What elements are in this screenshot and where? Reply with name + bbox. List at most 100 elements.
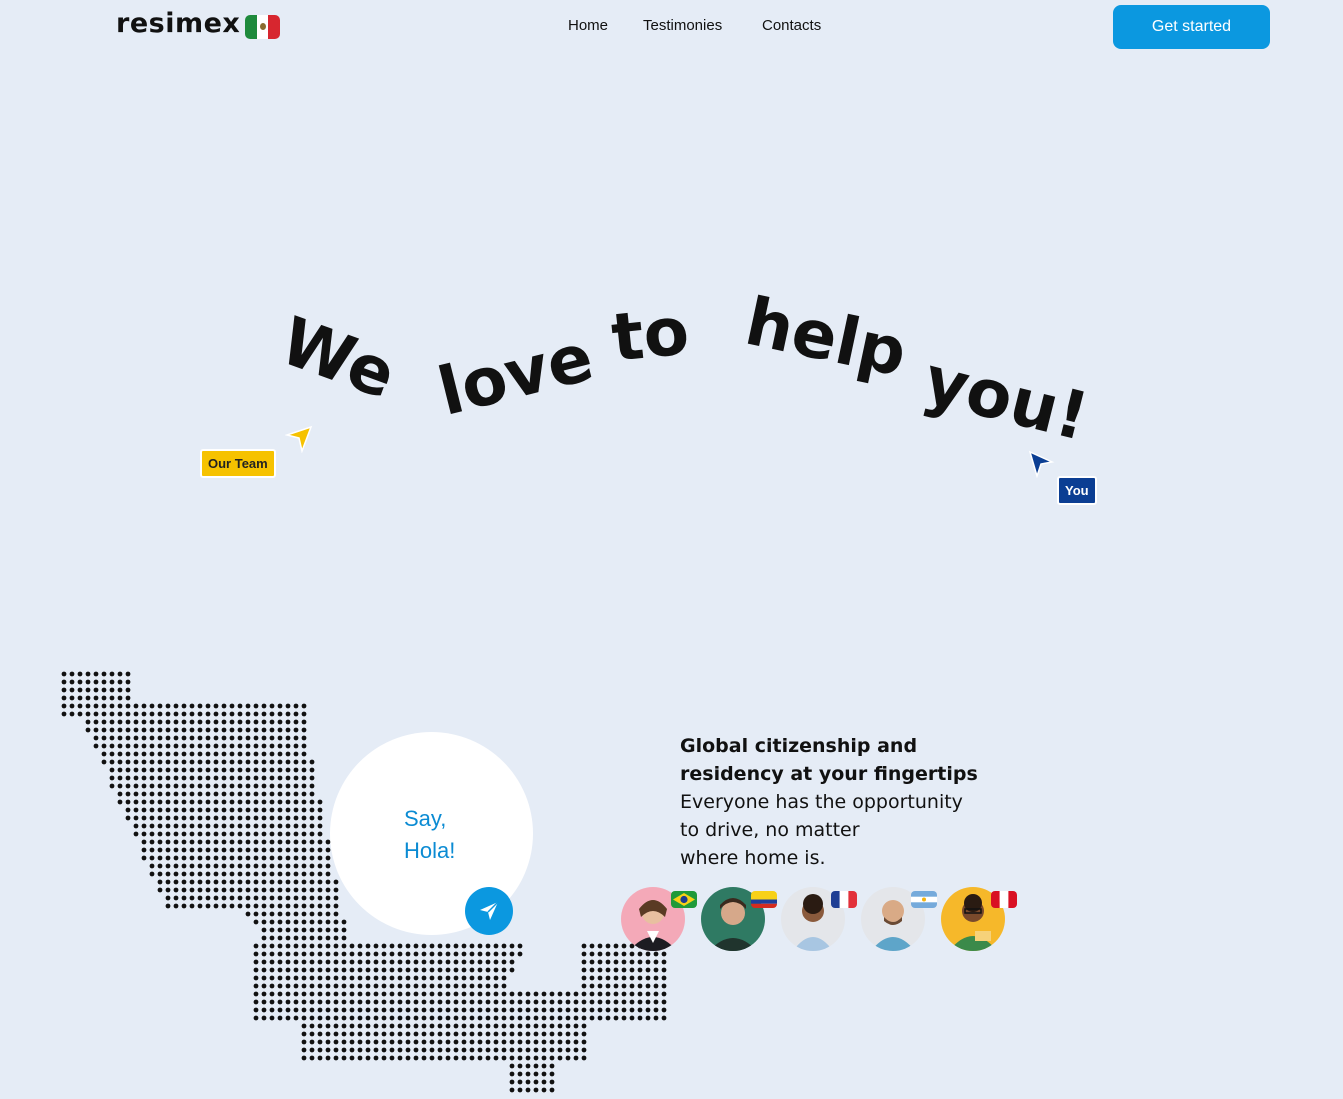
- map-dot: [181, 855, 187, 861]
- map-dot: [93, 735, 99, 741]
- map-dot: [445, 983, 451, 989]
- map-dot: [237, 895, 243, 901]
- map-dot: [445, 1007, 451, 1013]
- map-dot: [245, 767, 251, 773]
- map-dot: [357, 1039, 363, 1045]
- map-dot: [269, 735, 275, 741]
- map-dot: [629, 1007, 635, 1013]
- map-dot: [581, 1023, 587, 1029]
- nav-contacts[interactable]: Contacts: [762, 17, 821, 34]
- map-dot: [557, 999, 563, 1005]
- nav-testimonies[interactable]: Testimonies: [643, 17, 722, 34]
- map-dot: [213, 815, 219, 821]
- map-dot: [189, 743, 195, 749]
- map-dot: [477, 975, 483, 981]
- map-dot: [125, 679, 131, 685]
- map-dot: [205, 799, 211, 805]
- map-dot: [269, 831, 275, 837]
- map-dot: [445, 1023, 451, 1029]
- map-dot: [341, 919, 347, 925]
- map-dot: [453, 1047, 459, 1053]
- send-message-button[interactable]: [465, 887, 513, 935]
- map-dot: [389, 967, 395, 973]
- map-dot: [221, 767, 227, 773]
- map-dot: [117, 743, 123, 749]
- map-dot: [493, 1039, 499, 1045]
- team-cursor-icon: [285, 425, 313, 453]
- map-dot: [261, 823, 267, 829]
- map-dot: [381, 951, 387, 957]
- map-dot: [413, 943, 419, 949]
- map-dot: [373, 951, 379, 957]
- map-dot: [469, 959, 475, 965]
- map-dot: [389, 1015, 395, 1021]
- map-dot: [149, 791, 155, 797]
- map-dot: [357, 975, 363, 981]
- map-dot: [229, 823, 235, 829]
- map-dot: [181, 823, 187, 829]
- map-dot: [301, 895, 307, 901]
- map-dot: [277, 847, 283, 853]
- map-dot: [157, 783, 163, 789]
- map-dot: [117, 719, 123, 725]
- map-dot: [301, 1039, 307, 1045]
- map-dot: [517, 1087, 523, 1093]
- map-dot: [381, 1007, 387, 1013]
- map-dot: [373, 943, 379, 949]
- map-dot: [269, 711, 275, 717]
- map-dot: [237, 903, 243, 909]
- map-dot: [477, 999, 483, 1005]
- map-dot: [205, 783, 211, 789]
- map-dot: [613, 999, 619, 1005]
- map-dot: [621, 959, 627, 965]
- map-dot: [325, 927, 331, 933]
- map-dot: [149, 727, 155, 733]
- map-dot: [357, 1015, 363, 1021]
- map-dot: [269, 855, 275, 861]
- map-dot: [317, 1031, 323, 1037]
- map-dot: [301, 1031, 307, 1037]
- map-dot: [317, 871, 323, 877]
- map-dot: [221, 823, 227, 829]
- logo[interactable]: resimex: [116, 8, 240, 39]
- map-dot: [397, 983, 403, 989]
- map-dot: [421, 1015, 427, 1021]
- map-dot: [245, 831, 251, 837]
- map-dot: [133, 823, 139, 829]
- headline-word-you: you!: [916, 341, 1096, 456]
- map-dot: [309, 1023, 315, 1029]
- map-dot: [245, 815, 251, 821]
- colombia-flag-icon: [751, 891, 777, 908]
- map-dot: [333, 887, 339, 893]
- map-dot: [317, 999, 323, 1005]
- map-dot: [125, 703, 131, 709]
- map-dot: [325, 991, 331, 997]
- map-dot: [389, 951, 395, 957]
- map-dot: [453, 983, 459, 989]
- map-dot: [61, 711, 67, 717]
- map-dot: [613, 943, 619, 949]
- map-dot: [485, 1055, 491, 1061]
- nav-home[interactable]: Home: [568, 17, 608, 34]
- map-dot: [189, 847, 195, 853]
- map-dot: [245, 783, 251, 789]
- map-dot: [309, 799, 315, 805]
- map-dot: [645, 967, 651, 973]
- map-dot: [453, 951, 459, 957]
- map-dot: [189, 815, 195, 821]
- map-dot: [117, 767, 123, 773]
- map-dot: [237, 727, 243, 733]
- map-dot: [293, 975, 299, 981]
- map-dot: [229, 775, 235, 781]
- map-dot: [389, 943, 395, 949]
- map-dot: [365, 1023, 371, 1029]
- map-dot: [373, 1039, 379, 1045]
- get-started-button[interactable]: Get started: [1113, 5, 1270, 49]
- map-dot: [469, 983, 475, 989]
- map-dot: [141, 703, 147, 709]
- map-dot: [277, 983, 283, 989]
- map-dot: [461, 975, 467, 981]
- map-dot: [373, 967, 379, 973]
- map-dot: [309, 975, 315, 981]
- map-dot: [165, 815, 171, 821]
